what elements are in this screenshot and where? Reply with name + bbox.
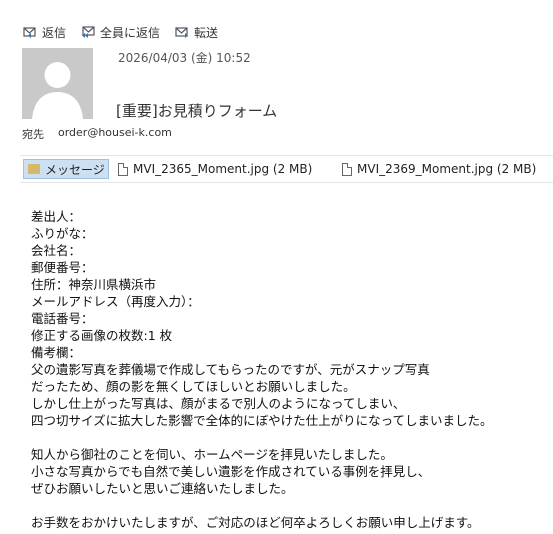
message-icon	[28, 164, 40, 174]
to-address[interactable]: order@housei-k.com	[58, 126, 172, 142]
body-line: 知人から御社のことを伺い、ホームページを拝見いたしました。	[31, 447, 393, 462]
forward-button[interactable]: 転送	[174, 24, 218, 41]
body-line: 備考欄：	[31, 345, 82, 360]
body-line: 差出人：	[31, 209, 82, 224]
file-icon	[342, 162, 352, 176]
attachment-file-1[interactable]: MVI_2365_Moment.jpg (2 MB)	[118, 159, 312, 179]
reply-button[interactable]: 返信	[22, 24, 66, 41]
reply-all-icon	[82, 26, 95, 38]
body-line: 電話番号：	[31, 311, 94, 326]
attachment-file-2[interactable]: MVI_2369_Moment.jpg (2 MB)	[342, 159, 536, 179]
forward-icon	[175, 27, 189, 38]
sender-avatar	[22, 48, 93, 119]
reply-all-label: 全員に返信	[100, 25, 161, 40]
message-body: 差出人： ふりがな： 会社名： 郵便番号： 住所：神奈川県横浜市 メールアドレス…	[31, 208, 551, 531]
message-tab[interactable]: メッセージ	[23, 159, 109, 179]
body-line: ふりがな：	[31, 226, 94, 241]
recipient-row: 宛先 order@housei-k.com	[22, 126, 172, 142]
body-line: 父の遺影写真を葬儀場で作成してもらったのですが、元がスナップ写真	[31, 362, 430, 377]
body-line: 修正する画像の枚数:1 枚	[31, 328, 173, 343]
body-line: メールアドレス（再度入力）：	[31, 294, 200, 309]
body-line: ぜひお願いしたいと思いご連絡いたしました。	[31, 481, 294, 496]
message-subject: [重要]お見積りフォーム	[116, 102, 278, 120]
to-label: 宛先	[22, 128, 44, 141]
attachment-file-1-label: MVI_2365_Moment.jpg (2 MB)	[133, 162, 313, 176]
body-line: お手数をおかけいたしますが、ご対応のほど何卒よろしくお願い申し上げます。	[31, 515, 480, 530]
reply-icon	[23, 27, 36, 38]
message-toolbar: 返信 全員に返信 転送	[22, 22, 218, 42]
body-line: 四つ切サイズに拡大した影響で全体的にぼやけた仕上がりになってしまいました。	[31, 413, 493, 428]
body-line: 小さな写真からでも自然で美しい遺影を作成されている事例を拝見し、	[31, 464, 431, 479]
attachment-file-2-label: MVI_2369_Moment.jpg (2 MB)	[357, 162, 537, 176]
body-line: しかし仕上がった写真は、顔がまるで別人のようになってしまい、	[31, 396, 406, 411]
body-line: だったため、顔の影を無くしてほしいとお願いしました。	[31, 379, 356, 394]
forward-label: 転送	[194, 25, 219, 40]
person-icon	[32, 62, 83, 119]
reply-all-button[interactable]: 全員に返信	[80, 24, 160, 41]
message-date: 2026/04/03 (金) 10:52	[118, 51, 251, 65]
body-line: 会社名：	[31, 243, 82, 258]
message-tab-label: メッセージ	[45, 162, 105, 177]
body-line: 郵便番号：	[31, 260, 94, 275]
file-icon	[118, 162, 128, 176]
attachment-bar: メッセージ MVI_2365_Moment.jpg (2 MB) MVI_236…	[20, 155, 553, 183]
reply-label: 返信	[42, 25, 67, 40]
body-line: 住所：神奈川県横浜市	[31, 277, 157, 292]
